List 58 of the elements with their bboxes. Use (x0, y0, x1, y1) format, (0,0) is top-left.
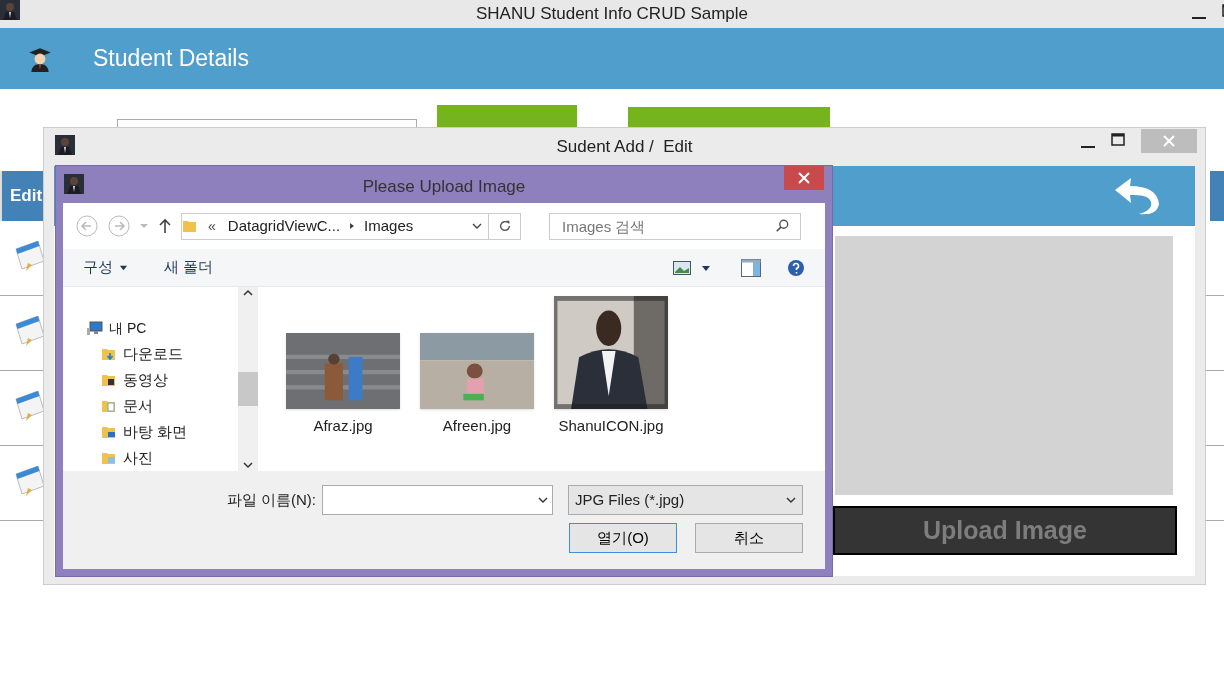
refresh-icon[interactable] (497, 219, 512, 233)
tree-item[interactable]: 바탕 화면 (87, 419, 238, 445)
dialog-title: Please Upload Image (362, 175, 526, 198)
file-item[interactable]: Afraz.jpg (286, 332, 400, 437)
maximize-icon[interactable] (1111, 133, 1125, 147)
folder-icon (101, 450, 117, 466)
dialog-title: Sudent Add / Edit (556, 136, 693, 159)
breadcrumb-overflow[interactable]: « (208, 215, 216, 237)
close-icon (1163, 135, 1175, 147)
folder-icon (101, 372, 117, 388)
folder-icon (101, 424, 117, 440)
file-type-select[interactable]: JPG Files (*.jpg) (568, 485, 803, 515)
dropdown-icon (786, 495, 796, 505)
scrollbar[interactable] (238, 287, 258, 471)
search-field[interactable]: Images 검색 (549, 212, 801, 240)
dropdown-icon (538, 495, 548, 505)
tree-item[interactable]: 문서 (87, 393, 238, 419)
up-arrow-icon[interactable] (157, 218, 173, 234)
window-title: SHANU Student Info CRUD Sample (475, 3, 749, 26)
back-arrow-icon[interactable] (1113, 176, 1161, 216)
forward-icon[interactable] (107, 214, 131, 238)
tree-item[interactable]: 다운로드 (87, 341, 238, 367)
command-button[interactable]: 새 폴더 (164, 256, 214, 279)
dialog-button[interactable]: 열기(O) (569, 523, 677, 553)
scroll-up-icon[interactable] (243, 289, 253, 297)
back-icon[interactable] (75, 214, 99, 238)
search-icon[interactable] (775, 218, 789, 233)
tree-item[interactable]: 동영상 (87, 367, 238, 393)
column-header (1210, 171, 1224, 221)
scroll-thumb[interactable] (238, 372, 258, 406)
computer-icon (87, 320, 103, 336)
name-field[interactable] (117, 119, 417, 127)
app-icon (64, 174, 84, 194)
view-icon[interactable] (673, 260, 691, 275)
breadcrumb-item[interactable]: DatagridViewC... (227, 214, 341, 238)
close-icon (798, 172, 810, 184)
file-item[interactable]: ShanuICON.jpg (554, 295, 668, 437)
folder-icon (182, 218, 198, 234)
caret-icon (119, 263, 128, 272)
filename-field[interactable] (322, 485, 553, 515)
address-bar[interactable]: « DatagridViewC... Images (181, 212, 521, 240)
folder-icon (101, 398, 117, 414)
close-button[interactable] (784, 166, 824, 190)
help-icon[interactable] (787, 258, 805, 277)
scroll-down-icon[interactable] (243, 461, 253, 469)
folder-icon (101, 346, 117, 362)
preview-pane-icon[interactable] (741, 258, 761, 277)
command-button[interactable]: 구성 (83, 256, 128, 279)
tree-item[interactable]: 사진 (87, 445, 238, 471)
dropdown-icon[interactable] (472, 221, 482, 231)
dialog-button[interactable]: 취소 (695, 523, 803, 553)
filename-label: 파일 이름(N): (226, 489, 316, 510)
tree-item[interactable]: 내 PC (87, 315, 238, 341)
file-item[interactable]: Afreen.jpg (420, 332, 534, 437)
app-icon (55, 135, 75, 155)
header-title: Student Details (93, 44, 249, 74)
breadcrumb-item[interactable]: Images (364, 214, 414, 238)
graduate-icon (27, 45, 53, 72)
